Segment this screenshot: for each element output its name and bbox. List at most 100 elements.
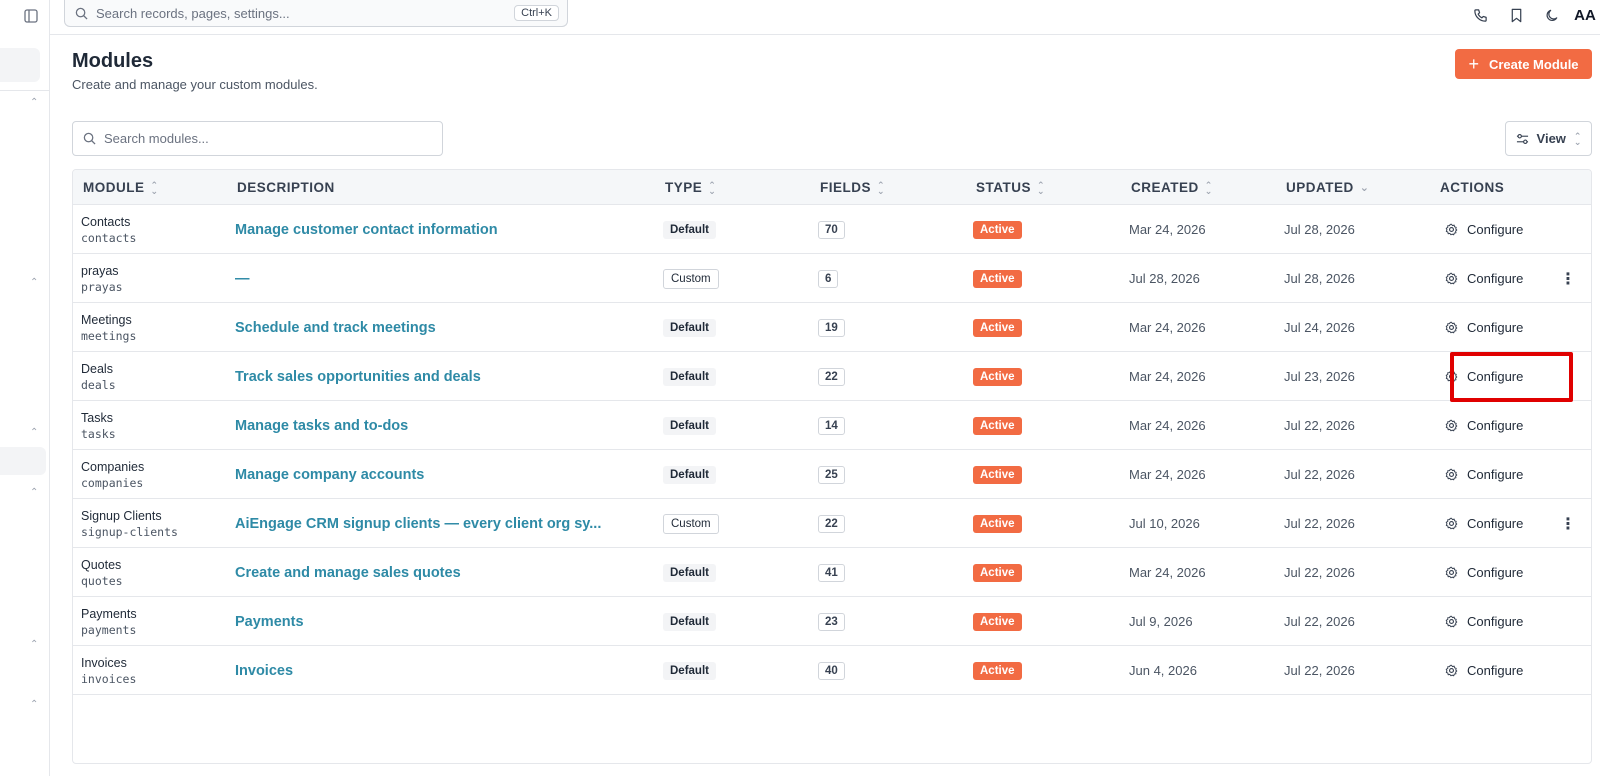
chevron-up-icon[interactable]: ⌃ [30,98,40,108]
column-label: DESCRIPTION [237,180,335,195]
global-search-input[interactable]: Search records, pages, settings... Ctrl+… [64,0,568,27]
status-cell: Active [973,597,1022,646]
top-actions: AA [1462,0,1600,30]
table-row[interactable]: Payments payments Payments Default 23 Active J… [73,597,1591,646]
module-description-link[interactable]: Create and manage sales quotes [235,565,461,581]
top-bar: Search records, pages, settings... Ctrl+… [50,0,1600,35]
configure-button[interactable]: Configure [1445,254,1523,303]
module-slug: companies [81,475,144,490]
configure-button[interactable]: Configure [1445,548,1523,597]
module-description-link[interactable]: Invoices [235,663,293,679]
module-description-link[interactable]: Payments [235,614,304,630]
plus-icon: + [1468,54,1479,74]
module-description-link[interactable]: Manage company accounts [235,467,424,483]
fields-count-badge: 25 [818,465,845,484]
table-row[interactable]: Contacts contacts Manage customer contact … [73,205,1591,254]
column-header-created[interactable]: CREATED ⌃ ⌄ [1131,170,1213,205]
module-cell: Deals deals [81,352,116,401]
configure-button[interactable]: Configure [1445,303,1523,352]
table-row[interactable]: Tasks tasks Manage tasks and to-dos Default… [73,401,1591,450]
chevron-up-icon[interactable]: ⌃ [30,428,40,438]
table-row[interactable]: Invoices invoices Invoices Default 40 Active J… [73,646,1591,695]
module-cell: Quotes quotes [81,548,123,597]
module-cell: Signup Clients signup-clients [81,499,178,548]
column-header-module[interactable]: MODULE ⌃ ⌄ [83,170,159,205]
module-description-link[interactable]: Manage customer contact information [235,222,498,238]
module-description-link[interactable]: Manage tasks and to-dos [235,418,408,434]
status-badge: Active [973,465,1022,484]
sidebar-active-item[interactable] [0,48,40,82]
module-description-link[interactable]: — [235,271,250,287]
create-module-button[interactable]: + Create Module [1455,49,1592,79]
table-row[interactable]: Companies companies Manage company account… [73,450,1591,499]
type-badge: Custom [663,513,719,534]
gear-icon [1445,321,1458,334]
module-search-input[interactable]: Search modules... [72,121,443,156]
updated-cell: Jul 22, 2026 [1284,597,1355,646]
module-description-link[interactable]: AiEngage CRM signup clients — every clie… [235,516,601,532]
column-header-status[interactable]: STATUS ⌃ ⌄ [976,170,1045,205]
type-cell: Default [663,352,716,401]
description-cell: Manage company accounts [235,450,424,499]
configure-button[interactable]: Configure [1445,401,1523,450]
sort-desc-icon: ⌄ [1359,181,1370,194]
type-badge: Default [663,220,716,239]
fields-cell: 6 [818,254,839,303]
more-options-icon[interactable]: ⋮ [1560,499,1576,548]
module-description-link[interactable]: Track sales opportunities and deals [235,369,481,385]
bookmark-icon[interactable] [1498,0,1534,30]
type-badge: Default [663,465,716,484]
description-cell: Create and manage sales quotes [235,548,461,597]
table-row[interactable]: Quotes quotes Create and manage sales quot… [73,548,1591,597]
module-name: Deals [81,361,113,376]
module-cell: Meetings meetings [81,303,136,352]
module-slug: signup-clients [81,524,178,539]
user-avatar[interactable]: AA [1570,7,1600,24]
module-cell: Companies companies [81,450,144,499]
table-row[interactable]: Signup Clients signup-clients AiEngage CRM… [73,499,1591,548]
module-name: prayas [81,263,119,278]
sort-icon: ⌃ ⌄ [877,179,886,196]
column-header-updated[interactable]: UPDATED ⌄ [1286,170,1369,205]
gear-icon [1445,664,1458,677]
created-cell: Jul 9, 2026 [1129,597,1193,646]
chevron-up-icon[interactable]: ⌃ [30,278,40,288]
updated-date: Jul 22, 2026 [1284,663,1355,678]
more-options-icon[interactable]: ⋮ [1560,254,1576,303]
updated-cell: Jul 28, 2026 [1284,205,1355,254]
table-row[interactable]: Deals deals Track sales opportunities and … [73,352,1591,401]
table-row[interactable]: prayas prayas — Custom 6 Active Jul 28, 2026 Ju… [73,254,1591,303]
configure-button[interactable]: Configure [1445,205,1523,254]
table-row[interactable]: Meetings meetings Schedule and track meeti… [73,303,1591,352]
created-cell: Mar 24, 2026 [1129,352,1206,401]
column-label: TYPE [665,180,703,195]
created-cell: Mar 24, 2026 [1129,205,1206,254]
updated-date: Jul 22, 2026 [1284,565,1355,580]
updated-date: Jul 22, 2026 [1284,516,1355,531]
chevron-up-icon[interactable]: ⌃ [30,640,40,650]
configure-button[interactable]: Configure [1445,646,1523,695]
phone-icon[interactable] [1462,0,1498,30]
type-cell: Default [663,303,716,352]
configure-button[interactable]: Configure [1445,450,1523,499]
sidebar-toggle-icon[interactable] [24,9,40,25]
updated-date: Jul 23, 2026 [1284,369,1355,384]
column-header-type[interactable]: TYPE ⌃ ⌄ [665,170,716,205]
table-header: MODULE ⌃ ⌄ DESCRIPTION TYPE ⌃ ⌄ FIELDS ⌃ ⌄ STA… [73,170,1591,205]
column-header-fields[interactable]: FIELDS ⌃ ⌄ [820,170,885,205]
created-cell: Mar 24, 2026 [1129,450,1206,499]
configure-button[interactable]: Configure [1445,499,1523,548]
sort-icon: ⌃ ⌄ [1037,179,1046,196]
type-cell: Default [663,205,716,254]
fields-cell: 25 [818,450,845,499]
module-description-link[interactable]: Schedule and track meetings [235,320,436,336]
view-options-button[interactable]: View ⌃ ⌄ [1505,121,1592,156]
chevron-up-icon[interactable]: ⌃ [30,488,40,498]
configure-button[interactable]: Configure [1445,597,1523,646]
chevron-up-icon[interactable]: ⌃ [30,700,40,710]
configure-label: Configure [1467,320,1524,335]
sidebar-selected-item[interactable] [0,447,46,475]
moon-icon[interactable] [1534,0,1570,30]
fields-count-badge: 22 [818,367,845,386]
status-cell: Active [973,450,1022,499]
